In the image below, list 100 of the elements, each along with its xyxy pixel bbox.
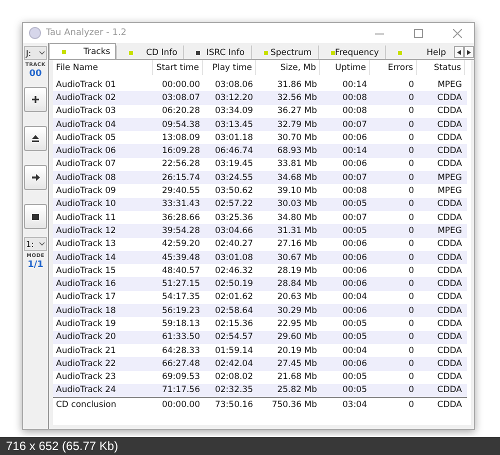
table-row[interactable]: AudioTrack 10 33:31.43 02:57.22 30.03 Mb 00:05 0 CDDA — [53, 198, 467, 211]
table-row[interactable]: AudioTrack 05 13:08.09 03:01.18 30.70 Mb 00:06 0 CDDA — [53, 131, 467, 144]
column-header[interactable]: Play time — [203, 60, 256, 75]
table-cell-text: CDDA — [436, 120, 463, 130]
table-cell-text: 00:14 — [342, 146, 368, 156]
table-cell-text: 27.16 Mb — [276, 239, 318, 250]
table-cell-text: CDDA — [436, 92, 463, 103]
table-cell-text: 00:05 — [342, 318, 368, 329]
table-cell-text: 21.68 Mb — [276, 372, 318, 382]
table-cell-text: 31.86 Mb — [276, 80, 318, 90]
table-cell-text: 26:15.74 — [160, 172, 201, 183]
table-cell-text: AudioTrack 24 — [55, 385, 117, 396]
table-cell-text: 02:32.35 — [214, 385, 254, 396]
table-cell-text: 0 — [408, 226, 415, 236]
table-row[interactable]: AudioTrack 22 66:27.48 02:42.04 27.45 Mb 00:06 0 CDDA — [53, 357, 467, 371]
arrow-button[interactable] — [24, 165, 47, 190]
table-cell-text: AudioTrack 14 — [55, 252, 117, 262]
table-cell-text: 03:08.06 — [214, 80, 254, 90]
table-row[interactable]: AudioTrack 08 26:15.74 03:24.55 34.68 Mb 00:07 0 MPEG — [53, 171, 467, 184]
table-cell-text: CDDA — [436, 252, 463, 262]
summary-cell-text: 750.36 Mb — [270, 400, 318, 410]
table-cell-text: 59:18.13 — [160, 318, 201, 329]
table-cell-text: MPEG — [436, 80, 463, 90]
table-cell-text: AudioTrack 03 — [55, 106, 117, 116]
table-row[interactable]: AudioTrack 24 71:17.56 02:32.35 25.82 Mb 00:05 0 CDDA — [53, 384, 467, 398]
table-cell-text: 39.10 Mb — [276, 186, 318, 196]
table-cell-text: 03:13.45 — [214, 120, 254, 130]
table-cell-text: CDDA — [436, 332, 463, 342]
table-cell-text: 02:58.64 — [214, 306, 254, 316]
summary-cell-text: CDDA — [436, 400, 463, 410]
table-cell-text: 0 — [408, 279, 415, 290]
table-cell-text: 30.29 Mb — [276, 306, 318, 316]
table-cell-text: 0 — [408, 332, 415, 342]
table-cell-text: 00:04 — [342, 292, 368, 302]
table-cell-text: 56:19.23 — [160, 306, 201, 316]
mode-select[interactable]: 1: — [24, 237, 47, 251]
plus-icon — [32, 96, 39, 103]
table-row[interactable]: AudioTrack 06 16:09.28 06:46.74 68.93 Mb 00:14 0 CDDA — [53, 144, 467, 158]
column-header[interactable]: Status — [417, 60, 465, 75]
table-cell-text: 00:06 — [342, 239, 368, 250]
table-cell-text: 51:27.15 — [160, 279, 201, 290]
table-cell-text: 54:17.35 — [160, 292, 201, 302]
table-cell-text: 20.19 Mb — [276, 346, 318, 356]
table-cell-text: 03:01.18 — [214, 132, 254, 143]
add-button[interactable] — [24, 87, 47, 112]
table-row[interactable]: AudioTrack 16 51:27.15 02:50.19 28.84 Mb 00:06 0 CDDA — [53, 277, 467, 291]
table-cell-text: AudioTrack 02 — [55, 92, 117, 103]
table-cell-text: 0 — [408, 92, 415, 103]
column-header[interactable]: Size, Mb — [256, 60, 320, 75]
table-cell-text: AudioTrack 12 — [55, 226, 117, 236]
table-row[interactable]: AudioTrack 20 61:33.50 02:54.57 29.60 Mb 00:05 0 CDDA — [53, 330, 467, 344]
column-header[interactable]: Errors — [370, 60, 417, 75]
table-cell-text: AudioTrack 07 — [55, 159, 117, 170]
table-cell-text: AudioTrack 20 — [55, 332, 117, 342]
table-cell-text: AudioTrack 01 — [55, 80, 117, 90]
table-cell-text: 00:06 — [342, 266, 368, 276]
column-header[interactable]: File Name — [53, 60, 153, 75]
table-cell-text: AudioTrack 11 — [55, 212, 117, 223]
stop-button[interactable] — [24, 204, 47, 229]
summary-cell-text: 73:50.16 — [214, 400, 254, 410]
table-cell-text: 00:08 — [342, 92, 368, 103]
chevron-down-icon — [39, 242, 45, 246]
tab[interactable]: Tracks — [49, 43, 116, 59]
table-row[interactable]: AudioTrack 04 09:54.38 03:13.45 32.79 Mb 00:07 0 CDDA — [53, 118, 467, 132]
window-title: Tau Analyzer - 1.2 — [46, 28, 128, 38]
arrow-right-icon — [32, 174, 40, 181]
track-number: 00 — [29, 70, 42, 79]
table-cell-text: 00:05 — [342, 372, 368, 382]
table-cell-text: 27.45 Mb — [276, 358, 318, 369]
table-row[interactable]: AudioTrack 18 56:19.23 02:58.64 30.29 Mb 00:06 0 CDDA — [53, 304, 467, 318]
scroll-left-button[interactable] — [454, 46, 464, 58]
table-cell-text: 29.60 Mb — [276, 332, 318, 342]
table-cell-text: 00:05 — [342, 385, 368, 396]
table-cell-text: 42:59.20 — [160, 239, 201, 250]
table-cell-text: 0 — [408, 372, 415, 382]
scroll-right-button[interactable] — [464, 46, 474, 58]
table-row[interactable]: AudioTrack 15 48:40.57 02:46.32 28.19 Mb 00:06 0 CDDA — [53, 264, 467, 278]
table-cell-text: AudioTrack 16 — [55, 279, 117, 290]
table-row[interactable]: AudioTrack 02 03:08.07 03:12.20 32.56 Mb 00:08 0 CDDA — [53, 91, 467, 105]
column-header[interactable]: Start time — [153, 60, 203, 75]
close-icon — [452, 28, 462, 38]
table-cell-text: AudioTrack 06 — [55, 146, 117, 156]
table-cell-text: 33.81 Mb — [276, 159, 318, 170]
table-row[interactable]: AudioTrack 11 36:28.66 03:25.36 34.80 Mb 00:07 0 CDDA — [53, 210, 467, 224]
table-cell-text: CDDA — [436, 266, 463, 276]
eject-button[interactable] — [24, 126, 47, 151]
table-cell-text: 16:09.28 — [160, 146, 201, 156]
triangle-right-icon — [467, 50, 472, 54]
table-cell-text: 0 — [408, 146, 415, 156]
drive-select[interactable]: J: — [24, 46, 47, 60]
table-cell-text: 64:28.33 — [160, 346, 201, 356]
table-cell-text: 69:09.53 — [160, 372, 201, 382]
table-row[interactable]: AudioTrack 12 39:54.28 03:04.66 31.31 Mb 00:05 0 MPEG — [53, 224, 467, 238]
column-header[interactable]: Uptime — [320, 60, 370, 75]
table-cell-text: 03:50.62 — [214, 186, 254, 196]
table-cell-text: 30.67 Mb — [276, 252, 318, 262]
table-cell-text: MPEG — [436, 226, 463, 236]
table-row[interactable]: AudioTrack 01 00:00.00 03:08.06 31.86 Mb 00:14 0 MPEG — [53, 78, 467, 92]
table-cell-text: 02:46.32 — [214, 266, 254, 276]
table-row[interactable]: AudioTrack 14 45:39.48 03:01.08 30.67 Mb 00:06 0 CDDA — [53, 250, 467, 264]
